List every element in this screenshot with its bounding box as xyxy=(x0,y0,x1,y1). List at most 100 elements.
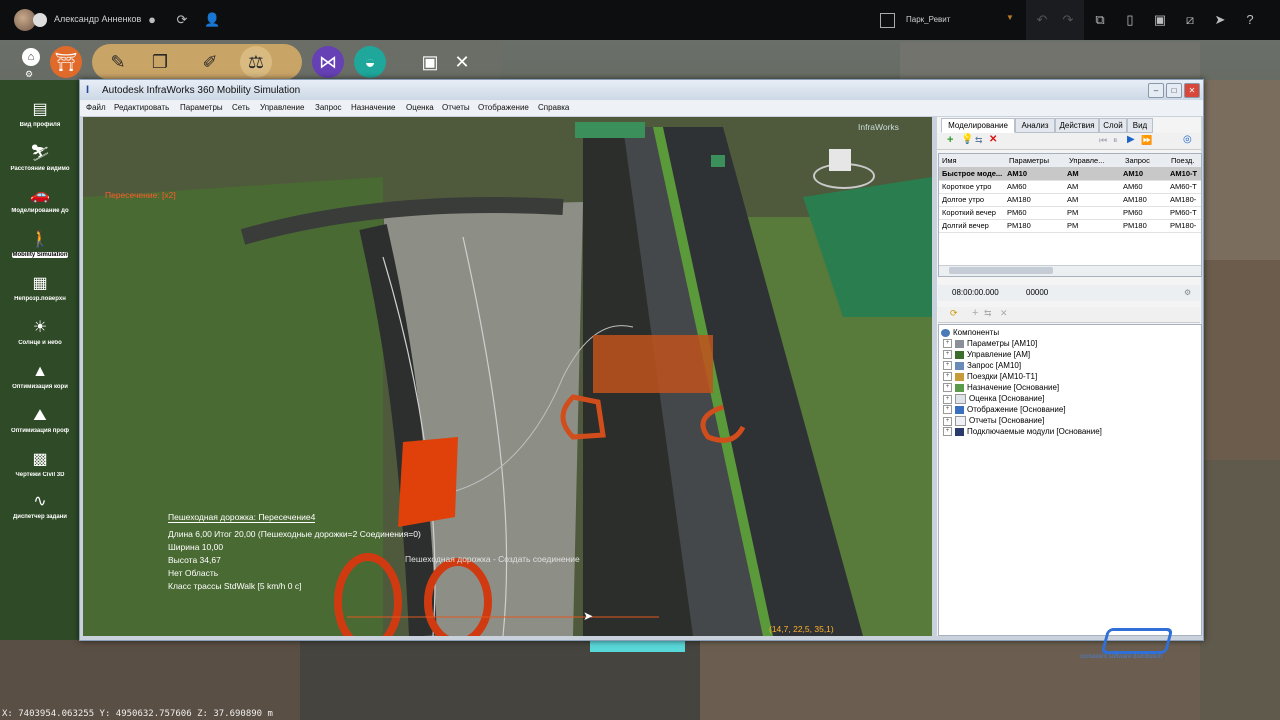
table-row[interactable]: Быстрое моде... AM10 AM AM10 AM10-T xyxy=(939,167,1201,181)
presentation-tool-button[interactable]: ⋈ xyxy=(312,46,344,78)
scrollbar-thumb[interactable] xyxy=(949,267,1053,274)
refresh-icon[interactable]: ◎ xyxy=(1183,134,1192,145)
simulation-viewport[interactable]: InfraWorks Пересечение: [x2] Пешеходная … xyxy=(83,117,932,636)
expand-icon[interactable]: + xyxy=(943,427,952,437)
grid-header[interactable]: Параметры xyxy=(1009,156,1049,165)
menu-control[interactable]: Управление xyxy=(260,103,304,112)
table-row[interactable]: Долгий вечер PM180 PM PM180 PM180- xyxy=(939,219,1201,233)
nav-profile-optimization[interactable]: ⛰ Оптимизация проф xyxy=(0,406,80,434)
draw-icon[interactable]: ⧄ xyxy=(1182,12,1198,28)
user-icon[interactable]: 👤 xyxy=(204,12,220,28)
sketch-tool-button[interactable]: ✐ xyxy=(194,46,226,78)
settings-icon[interactable]: ⚙ xyxy=(1184,288,1191,297)
grid-header[interactable]: Имя xyxy=(942,156,957,165)
expand-icon[interactable]: + xyxy=(943,405,952,415)
expand-icon[interactable]: + xyxy=(943,416,952,426)
monitor-tool-button[interactable]: ▣ xyxy=(414,46,446,78)
menu-network[interactable]: Сеть xyxy=(232,103,250,112)
panel-icon[interactable]: ▯ xyxy=(1122,12,1138,28)
tree-item[interactable]: + Поездки [AM10-T1] xyxy=(943,372,1037,382)
tree-item[interactable]: + Параметры [AM10] xyxy=(943,339,1038,349)
tab-view[interactable]: Вид xyxy=(1127,118,1153,133)
nav-surface-opacity[interactable]: ▦ Непрозр.поверхн xyxy=(0,274,80,302)
nav-civil3d-drawings[interactable]: ▩ Чертежи Civil 3D xyxy=(0,450,80,478)
menu-parameters[interactable]: Параметры xyxy=(180,103,223,112)
table-row[interactable]: Короткий вечер PM60 PM PM60 PM60-T xyxy=(939,206,1201,220)
tab-modeling[interactable]: Моделирование xyxy=(941,118,1015,133)
tree-item[interactable]: + Назначение [Основание] xyxy=(943,383,1059,393)
design-tool-button[interactable]: ✎ xyxy=(102,46,134,78)
nav-profile-view[interactable]: ▤ Вид профиля xyxy=(0,100,80,128)
table-row[interactable]: Долгое утро AM180 AM AM180 AM180- xyxy=(939,193,1201,207)
grid-icon[interactable]: ▣ xyxy=(1152,12,1168,28)
project-name[interactable]: Парк_Ревит xyxy=(906,15,950,24)
redo-icon[interactable]: ↷ xyxy=(1060,12,1076,28)
maximize-button[interactable]: □ xyxy=(1166,83,1182,98)
menu-file[interactable]: Файл xyxy=(86,103,106,112)
expand-icon[interactable]: + xyxy=(943,361,952,371)
minimize-button[interactable]: – xyxy=(1148,83,1164,98)
horizontal-scrollbar[interactable] xyxy=(939,265,1201,276)
nav-mobility-simulation[interactable]: 🚶 Mobility Simulation xyxy=(0,230,80,258)
expand-icon[interactable]: + xyxy=(943,394,952,404)
window-title-bar[interactable]: I Autodesk InfraWorks 360 Mobility Simul… xyxy=(80,80,1203,100)
tree-label: Параметры [AM10] xyxy=(967,339,1038,348)
layers-tool-button[interactable]: ❐ xyxy=(144,46,176,78)
nav-corridor-optimization[interactable]: ▲ Оптимизация кори xyxy=(0,362,80,390)
delete-icon[interactable]: ✕ xyxy=(1000,308,1008,319)
expand-icon[interactable]: + xyxy=(943,372,952,382)
undo-icon[interactable]: ↶ xyxy=(1034,12,1050,28)
nav-task-manager[interactable]: ∿ Диспетчер задани xyxy=(0,492,80,520)
hamburger-menu-icon[interactable] xyxy=(33,13,47,27)
grid-header[interactable]: Управле... xyxy=(1069,156,1104,165)
tree-item[interactable]: + Отображение [Основание] xyxy=(943,405,1066,415)
expand-icon[interactable]: + xyxy=(943,350,952,360)
expand-icon[interactable]: + xyxy=(943,383,952,393)
add-icon[interactable]: + xyxy=(947,134,953,146)
menu-evaluation[interactable]: Оценка xyxy=(406,103,434,112)
tab-actions[interactable]: Действия xyxy=(1055,118,1099,133)
menu-edit[interactable]: Редактировать xyxy=(114,103,169,112)
tools-button[interactable]: ✕ xyxy=(446,46,478,78)
view-tool-button[interactable]: ◒ xyxy=(354,46,386,78)
table-row[interactable]: Короткое утро AM60 AM AM60 AM60-T xyxy=(939,180,1201,194)
tree-root[interactable]: Компоненты xyxy=(941,328,999,337)
skip-back-icon[interactable]: ⏮ xyxy=(1099,135,1107,146)
grid-header[interactable]: Поезд. xyxy=(1171,156,1194,165)
analyze-tool-button[interactable]: ⚖ xyxy=(240,46,272,78)
fast-forward-icon[interactable]: ⏩ xyxy=(1141,135,1152,146)
pointer-icon[interactable]: ➤ xyxy=(1212,12,1228,28)
help-icon[interactable]: ? xyxy=(1242,12,1258,28)
tree-item[interactable]: + Управление [AM] xyxy=(943,350,1030,360)
open-icon[interactable]: ⟳ xyxy=(950,308,958,319)
sync-icon[interactable]: ⟳ xyxy=(174,12,190,28)
bulb-icon[interactable]: 💡 xyxy=(961,134,973,145)
delete-icon[interactable]: ✕ xyxy=(989,134,997,145)
menu-assignment[interactable]: Назначение xyxy=(351,103,395,112)
tab-analysis[interactable]: Анализ xyxy=(1015,118,1055,133)
nav-sun-sky[interactable]: ☀ Солнце и небо xyxy=(0,318,80,346)
tree-item[interactable]: + Оценка [Основание] xyxy=(943,394,1044,404)
view-cube[interactable] xyxy=(813,145,875,189)
copy-icon[interactable]: ⇆ xyxy=(975,135,983,146)
nav-traffic-modeling[interactable]: 🚗 Моделирование до xyxy=(0,186,80,214)
tree-item[interactable]: + Отчеты [Основание] xyxy=(943,416,1044,426)
play-icon[interactable]: ▶ xyxy=(1127,134,1135,145)
menu-reports[interactable]: Отчеты xyxy=(442,103,470,112)
menu-display[interactable]: Отображение xyxy=(478,103,529,112)
tree-item[interactable]: + Запрос [AM10] xyxy=(943,361,1021,371)
status-dot-icon[interactable]: ● xyxy=(144,12,160,28)
grid-header[interactable]: Запрос xyxy=(1125,156,1150,165)
move-icon[interactable]: ⇆ xyxy=(984,308,992,319)
save-icon[interactable]: ⧉ xyxy=(1092,12,1108,28)
tree-item[interactable]: + Подключаемые модули [Основание] xyxy=(943,427,1102,437)
expand-icon[interactable]: + xyxy=(943,339,952,349)
menu-query[interactable]: Запрос xyxy=(315,103,342,112)
pause-icon[interactable]: ⏸ xyxy=(1113,135,1118,146)
close-button[interactable]: ✕ xyxy=(1184,83,1200,98)
chevron-down-icon[interactable]: ▼ xyxy=(1006,13,1014,22)
menu-help[interactable]: Справка xyxy=(538,103,569,112)
tab-layer[interactable]: Слой xyxy=(1099,118,1127,133)
nav-sight-distance[interactable]: ⛷ Расстояние видимо xyxy=(0,144,80,172)
add-icon[interactable]: + xyxy=(972,307,978,319)
